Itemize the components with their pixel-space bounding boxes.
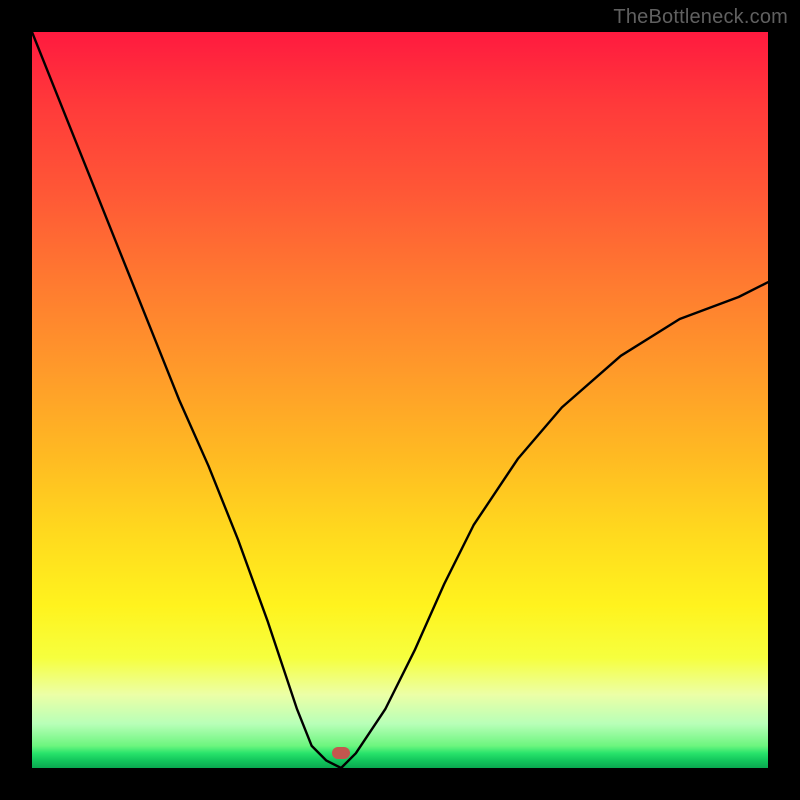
chart-frame: TheBottleneck.com xyxy=(0,0,800,800)
optimal-marker xyxy=(332,747,350,759)
plot-area xyxy=(32,32,768,768)
curve-layer xyxy=(32,32,768,768)
bottleneck-curve xyxy=(32,32,768,768)
watermark-text: TheBottleneck.com xyxy=(613,6,788,29)
